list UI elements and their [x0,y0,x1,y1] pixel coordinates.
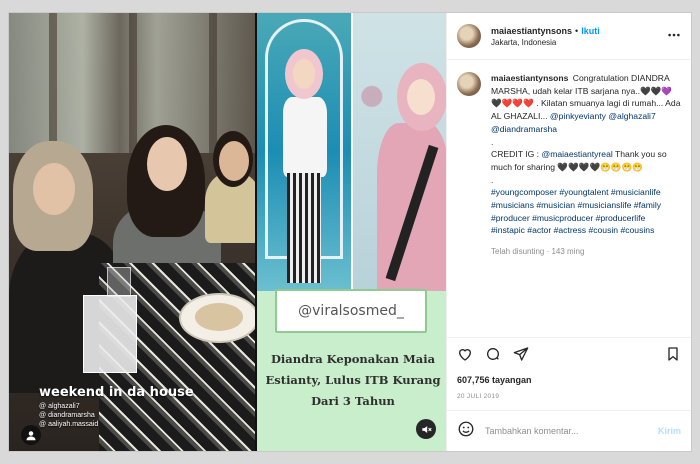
speaker-muted-icon[interactable] [416,419,436,439]
plastic-bag [83,295,137,373]
header-top-line: maiaestiantynsons • Ikuti [491,26,667,36]
caption-area: maiaestiantynsons Congratulation DIANDRA… [447,60,691,337]
glass [107,267,131,297]
view-count[interactable]: 607,756 tayangan [447,375,691,385]
avatar[interactable] [457,72,481,96]
person-face [407,79,435,115]
photo-panel [257,13,351,291]
mention-link[interactable]: @pinkyevianty [550,111,606,121]
caption-dot: . [491,136,494,147]
mention-link[interactable]: @alghazali7 [608,111,655,121]
person-face [219,141,249,181]
send-icon[interactable] [513,346,529,367]
window-blind [209,13,217,153]
window-blind [49,13,57,153]
instagram-profile-icon[interactable] [21,425,41,445]
video-caption: weekend in da house [39,385,194,400]
person-face [147,137,187,191]
video-headline: Diandra Keponakan Maia Estianty, Lulus I… [265,352,441,408]
heart-icon[interactable] [457,346,473,367]
person-face [33,163,75,215]
caption-username[interactable]: maiaestiantynsons [491,73,568,83]
video-tag[interactable]: aaliyah.massaid [39,421,98,428]
bookmark-icon[interactable] [665,346,681,367]
edited-meta: Telah disunting · 143 ming [491,247,585,257]
left-video[interactable]: weekend in da house alghazali7 diandrama… [9,13,255,451]
location-link[interactable]: Jakarta, Indonesia [491,38,667,47]
food [195,303,243,331]
caption-dot: . [491,174,494,185]
person-face [293,59,315,89]
person-silhouette [283,97,327,177]
credit-label: CREDIT IG : [491,149,540,160]
post-header: maiaestiantynsons • Ikuti Jakarta, Indones… [447,13,691,60]
avatar[interactable] [457,24,481,48]
post-date[interactable]: 20 JULI 2019 [447,385,691,411]
post-frame: weekend in da house alghazali7 diandrama… [8,12,692,452]
striped-pants [287,173,321,283]
watermark-handle: @viralsosmed_ [275,289,427,333]
post-comment-button[interactable]: Kirim [658,426,681,436]
mention-link[interactable]: @diandramarsha [491,124,557,134]
smiley-icon[interactable] [457,420,475,443]
more-horizontal-icon[interactable] [667,28,681,45]
username-link[interactable]: maiaestiantynsons [491,26,572,36]
post-sidebar: maiaestiantynsons • Ikuti Jakarta, Indones… [446,13,691,451]
hashtag-list[interactable]: #youngcomposer #youngtalent #musicianlif… [491,187,661,235]
comment-input[interactable] [485,426,648,436]
caption-text: maiaestiantynsons Congratulation DIANDRA… [491,72,681,337]
mention-link[interactable]: @maiaestiantyreal [541,149,612,159]
window-blind [129,13,137,153]
right-video[interactable]: @viralsosmed_ Diandra Keponakan Maia Est… [257,13,446,451]
video-tag[interactable]: diandramarsha [39,412,95,419]
header-text: maiaestiantynsons • Ikuti Jakarta, Indones… [491,26,667,47]
video-tag[interactable]: alghazali7 [39,403,80,410]
comment-form: Kirim [447,411,691,451]
follow-button[interactable]: Ikuti [581,26,600,36]
comment-icon[interactable] [485,346,501,367]
post-media[interactable]: weekend in da house alghazali7 diandrama… [9,13,446,451]
action-bar [447,337,691,375]
separator: • [575,25,579,36]
